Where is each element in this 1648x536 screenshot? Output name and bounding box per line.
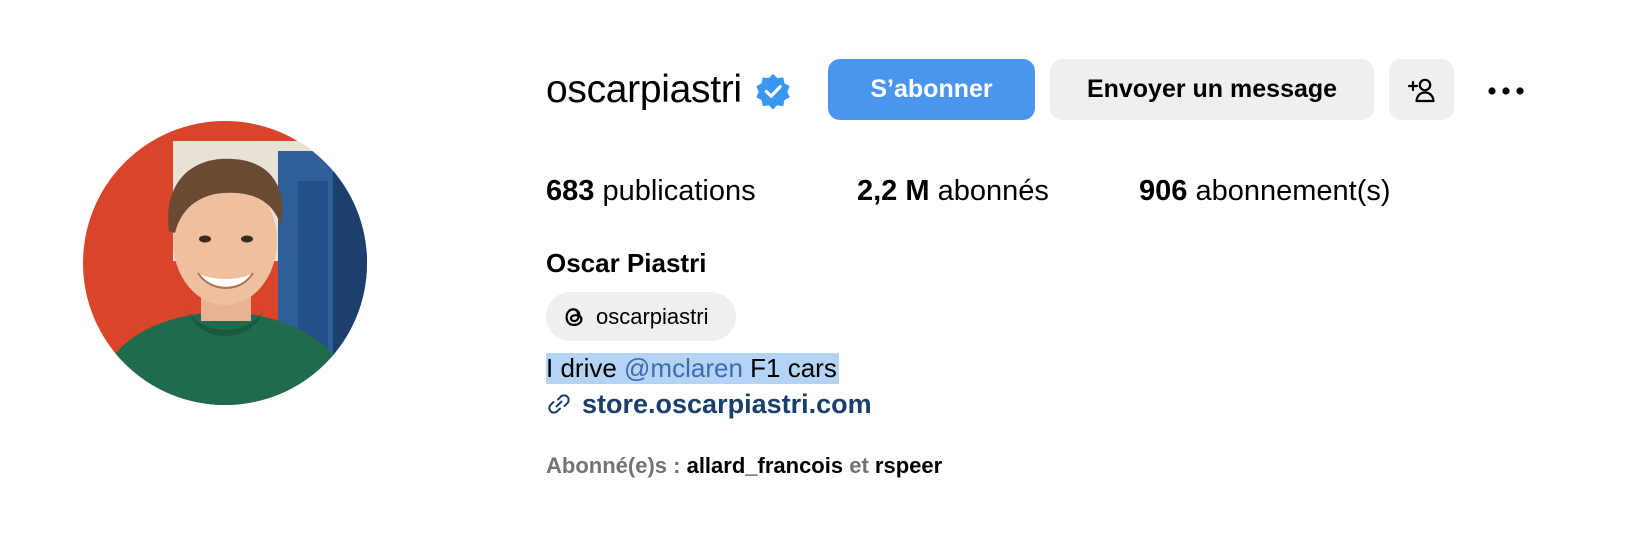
follow-button[interactable]: S’abonner (828, 59, 1035, 120)
followed-by-conjunction: et (849, 453, 869, 478)
followed-by-user-1[interactable]: allard_francois (687, 453, 844, 478)
posts-label: publications (602, 175, 756, 207)
stat-followers[interactable]: 2,2 M abonnés (857, 172, 1049, 210)
suggest-users-button[interactable] (1389, 59, 1454, 120)
external-link[interactable]: store.oscarpiastri.com (582, 389, 872, 420)
profile-full-name: Oscar Piastri (546, 248, 707, 278)
external-link-row[interactable]: store.oscarpiastri.com (546, 387, 872, 421)
followed-by-prefix: Abonné(e)s : (546, 453, 681, 478)
followers-count: 2,2 M (857, 175, 930, 207)
link-icon (548, 394, 570, 414)
more-options-button[interactable] (1474, 70, 1526, 110)
posts-count: 683 (546, 175, 595, 207)
stat-following[interactable]: 906 abonnement(s) (1139, 172, 1391, 210)
add-user-icon (1407, 78, 1435, 102)
profile-photo (83, 121, 367, 405)
stat-posts: 683 publications (546, 172, 756, 210)
followed-by-line[interactable]: Abonné(e)s : allard_francois et rspeer (546, 452, 942, 480)
following-label: abonnement(s) (1195, 175, 1391, 207)
more-options-icon (1488, 87, 1524, 95)
threads-icon (565, 307, 583, 326)
bio-mention-link[interactable]: @mclaren (624, 353, 743, 383)
profile-avatar[interactable] (83, 121, 367, 405)
threads-handle: oscarpiastri (596, 303, 709, 329)
profile-username: oscarpiastri (546, 68, 742, 111)
followers-label: abonnés (937, 175, 1049, 207)
followed-by-user-2[interactable]: rspeer (875, 453, 942, 478)
send-message-button[interactable]: Envoyer un message (1050, 59, 1374, 120)
verified-badge-icon (756, 73, 790, 110)
following-count: 906 (1139, 175, 1188, 207)
threads-link-pill[interactable]: oscarpiastri (546, 292, 736, 341)
bio-text-before: I drive (546, 353, 625, 383)
bio-text-after: F1 cars (742, 353, 837, 383)
profile-bio: I drive @mclaren F1 cars (546, 353, 839, 384)
